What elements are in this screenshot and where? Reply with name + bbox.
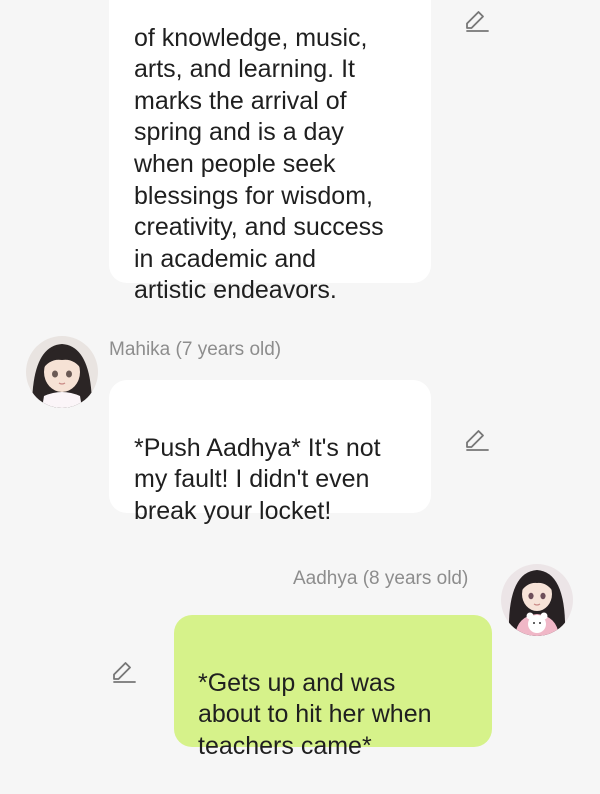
avatar-image: [501, 564, 573, 636]
message-bubble-outgoing[interactable]: *Gets up and was about to hit her when t…: [174, 615, 492, 760]
message-text: *Gets up and was about to hit her when t…: [198, 668, 432, 760]
message-bubble-incoming[interactable]: *Push Aadhya* It's not my fault! I didn'…: [109, 380, 431, 525]
avatar-image: [26, 336, 98, 408]
avatar[interactable]: [501, 564, 573, 636]
message-text: *Push Aadhya* It's not my fault! I didn'…: [134, 433, 381, 525]
edit-message-icon[interactable]: [463, 6, 491, 34]
edit-message-icon[interactable]: [110, 657, 138, 685]
sender-name: Mahika (7 years old): [109, 339, 282, 360]
message-bubble-incoming[interactable]: of knowledge, music, arts, and learning.…: [109, 0, 431, 304]
avatar[interactable]: [26, 336, 98, 408]
message-text: of knowledge, music, arts, and learning.…: [134, 23, 384, 305]
sender-name: Aadhya (8 years old): [293, 568, 469, 589]
edit-message-icon[interactable]: [463, 425, 491, 453]
